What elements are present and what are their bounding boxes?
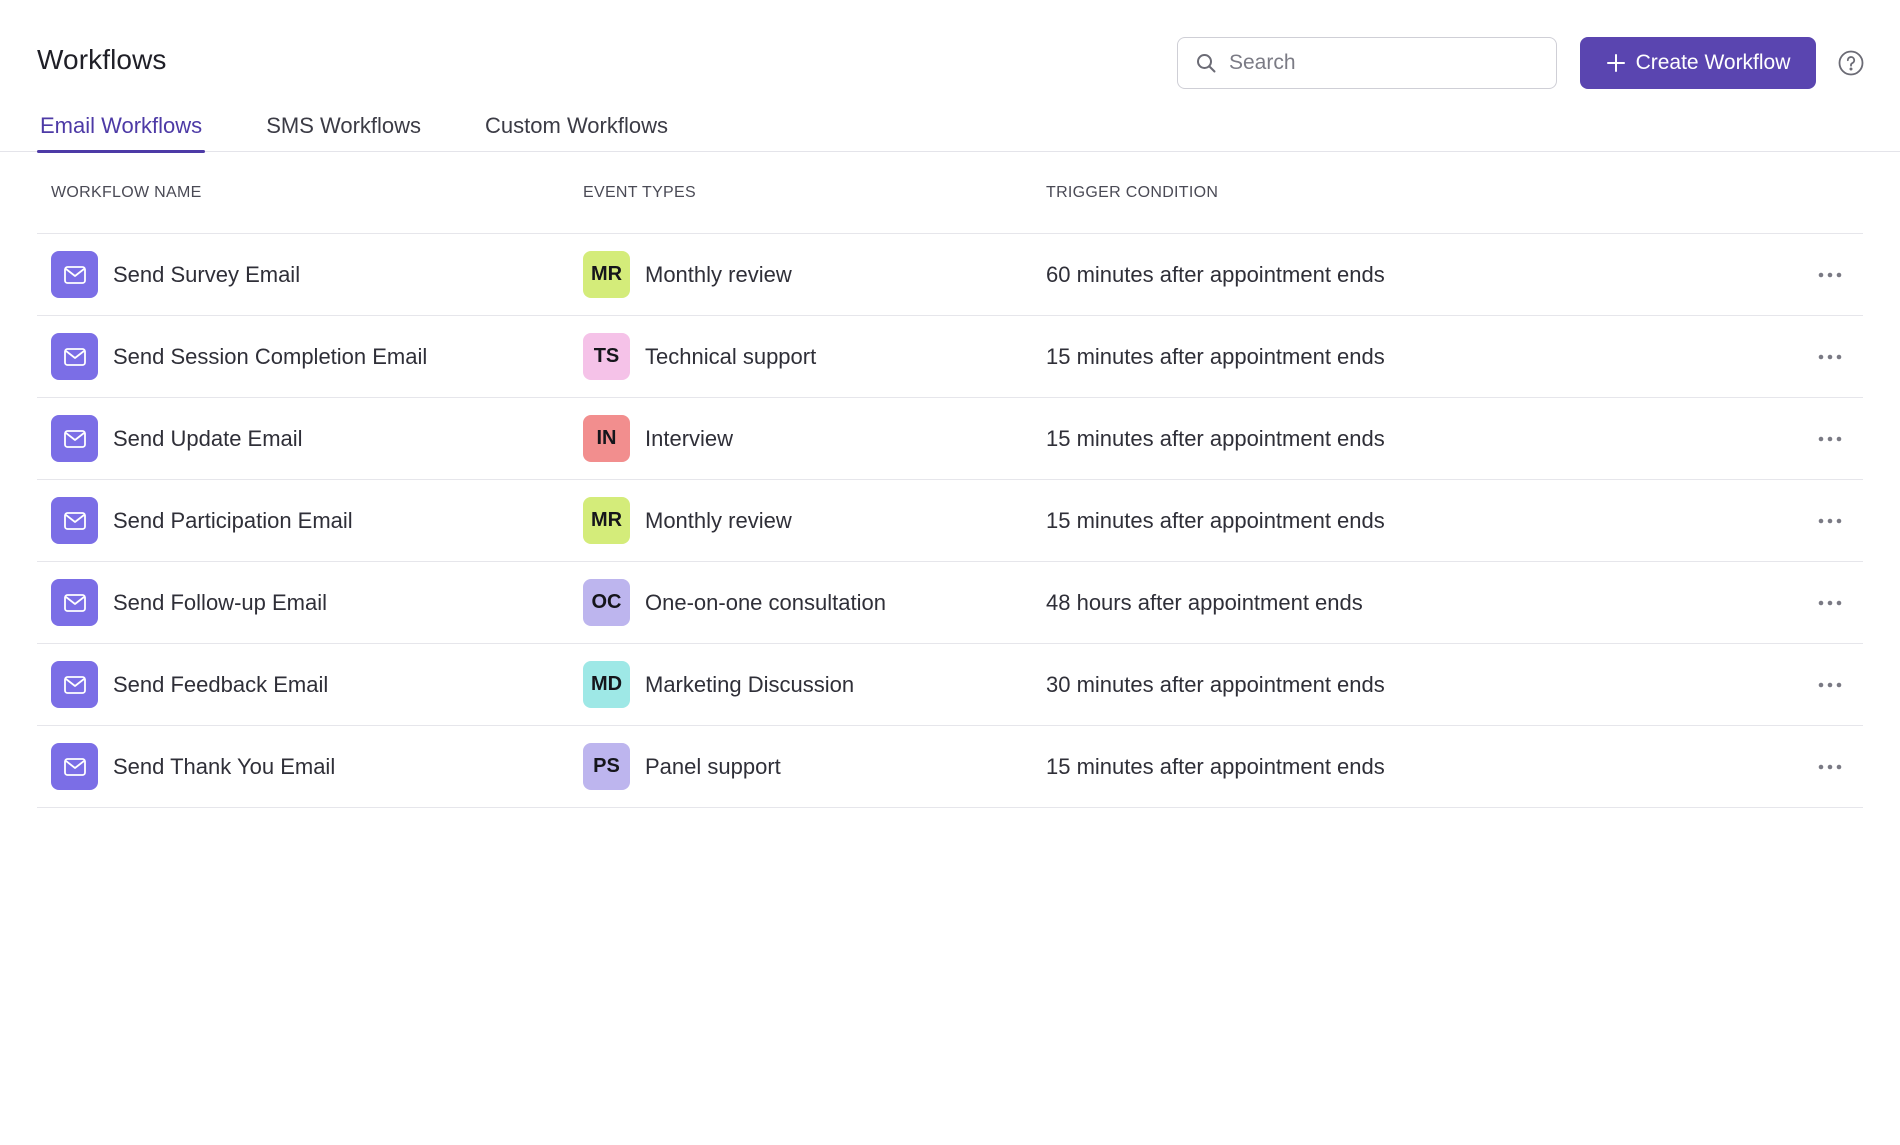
event-type-name: Monthly review xyxy=(645,507,792,533)
trigger-condition: 15 minutes after appointment ends xyxy=(1046,343,1385,369)
create-workflow-label: Create Workflow xyxy=(1635,51,1791,74)
event-type-cell: TS Technical support xyxy=(583,333,1046,380)
mail-icon xyxy=(51,251,98,298)
table-row[interactable]: Send Survey Email MR Monthly review 60 m… xyxy=(37,234,1863,316)
mail-icon xyxy=(51,661,98,708)
table-row[interactable]: Send Feedback Email MD Marketing Discuss… xyxy=(37,644,1863,726)
workflow-name-cell: Send Thank You Email xyxy=(37,743,583,790)
event-type-name: Marketing Discussion xyxy=(645,671,855,697)
table-row[interactable]: Send Session Completion Email TS Technic… xyxy=(37,316,1863,398)
workflow-name-cell: Send Session Completion Email xyxy=(37,333,583,380)
trigger-condition-cell: 60 minutes after appointment ends xyxy=(1046,262,1797,288)
trigger-condition-cell: 15 minutes after appointment ends xyxy=(1046,508,1797,534)
plus-icon xyxy=(1606,53,1626,73)
workflow-name-cell: Send Survey Email xyxy=(37,251,583,298)
search-icon xyxy=(1195,52,1217,74)
mail-icon xyxy=(51,579,98,626)
mail-icon xyxy=(51,743,98,790)
trigger-condition: 60 minutes after appointment ends xyxy=(1046,261,1385,287)
trigger-condition: 15 minutes after appointment ends xyxy=(1046,425,1385,451)
page-title: Workflows xyxy=(37,44,167,75)
event-type-cell: IN Interview xyxy=(583,415,1046,462)
table-row[interactable]: Send Update Email IN Interview 15 minute… xyxy=(37,398,1863,480)
more-horizontal-icon[interactable] xyxy=(1810,501,1850,541)
workflow-name-cell: Send Follow-up Email xyxy=(37,579,583,626)
column-header-workflow-name: WORKFLOW NAME xyxy=(51,183,202,201)
event-type-badge: OC xyxy=(583,579,630,626)
workflow-tabs: Email Workflows SMS Workflows Custom Wor… xyxy=(37,108,729,153)
more-horizontal-icon[interactable] xyxy=(1810,583,1850,623)
table-body: Send Survey Email MR Monthly review 60 m… xyxy=(37,234,1863,808)
page-header: Workflows Create Workflow xyxy=(0,0,1900,153)
workflow-name: Send Session Completion Email xyxy=(113,343,428,369)
workflows-table: WORKFLOW NAME EVENT TYPES TRIGGER CONDIT… xyxy=(37,152,1863,808)
trigger-condition: 15 minutes after appointment ends xyxy=(1046,507,1385,533)
workflow-name: Send Thank You Email xyxy=(113,753,336,779)
event-type-cell: MR Monthly review xyxy=(583,251,1046,298)
table-row[interactable]: Send Participation Email MR Monthly revi… xyxy=(37,480,1863,562)
more-horizontal-icon[interactable] xyxy=(1810,255,1850,295)
mail-icon xyxy=(51,333,98,380)
event-type-cell: PS Panel support xyxy=(583,743,1046,790)
trigger-condition: 30 minutes after appointment ends xyxy=(1046,671,1385,697)
event-type-badge: MR xyxy=(583,251,630,298)
tab-sms-workflows[interactable]: SMS Workflows xyxy=(263,108,424,152)
workflow-name-cell: Send Participation Email xyxy=(37,497,583,544)
trigger-condition: 15 minutes after appointment ends xyxy=(1046,753,1385,779)
workflow-name: Send Follow-up Email xyxy=(113,589,327,615)
workflows-page: Workflows Create Workflow xyxy=(0,0,1900,1145)
more-horizontal-icon[interactable] xyxy=(1810,419,1850,459)
trigger-condition-cell: 30 minutes after appointment ends xyxy=(1046,672,1797,698)
event-type-name: Interview xyxy=(645,425,734,451)
event-type-badge: MR xyxy=(583,497,630,544)
workflow-name: Send Participation Email xyxy=(113,507,353,533)
tab-email-workflows[interactable]: Email Workflows xyxy=(37,108,206,153)
event-type-badge: TS xyxy=(583,333,630,380)
workflow-name: Send Update Email xyxy=(113,425,303,451)
event-type-cell: MR Monthly review xyxy=(583,497,1046,544)
create-workflow-button[interactable]: Create Workflow xyxy=(1580,37,1816,89)
event-type-name: Panel support xyxy=(645,753,781,779)
mail-icon xyxy=(51,497,98,544)
search-box[interactable] xyxy=(1177,37,1557,89)
more-horizontal-icon[interactable] xyxy=(1810,747,1850,787)
trigger-condition-cell: 48 hours after appointment ends xyxy=(1046,590,1797,616)
trigger-condition-cell: 15 minutes after appointment ends xyxy=(1046,426,1797,452)
more-horizontal-icon[interactable] xyxy=(1810,665,1850,705)
event-type-badge: PS xyxy=(583,743,630,790)
trigger-condition-cell: 15 minutes after appointment ends xyxy=(1046,754,1797,780)
event-type-name: Monthly review xyxy=(645,261,792,287)
table-row[interactable]: Send Follow-up Email OC One-on-one consu… xyxy=(37,562,1863,644)
column-header-event-types: EVENT TYPES xyxy=(583,183,696,201)
search-input[interactable] xyxy=(1229,51,1549,75)
workflow-name-cell: Send Update Email xyxy=(37,415,583,462)
mail-icon xyxy=(51,415,98,462)
trigger-condition: 48 hours after appointment ends xyxy=(1046,589,1363,615)
event-type-cell: MD Marketing Discussion xyxy=(583,661,1046,708)
event-type-name: Technical support xyxy=(645,343,817,369)
tab-custom-workflows[interactable]: Custom Workflows xyxy=(482,108,671,152)
event-type-badge: MD xyxy=(583,661,630,708)
event-type-cell: OC One-on-one consultation xyxy=(583,579,1046,626)
help-icon[interactable] xyxy=(1838,50,1864,76)
more-horizontal-icon[interactable] xyxy=(1810,337,1850,377)
event-type-badge: IN xyxy=(583,415,630,462)
table-header: WORKFLOW NAME EVENT TYPES TRIGGER CONDIT… xyxy=(37,152,1863,234)
workflow-name: Send Survey Email xyxy=(113,261,301,287)
workflow-name: Send Feedback Email xyxy=(113,671,329,697)
table-row[interactable]: Send Thank You Email PS Panel support 15… xyxy=(37,726,1863,808)
trigger-condition-cell: 15 minutes after appointment ends xyxy=(1046,344,1797,370)
column-header-trigger-condition: TRIGGER CONDITION xyxy=(1046,183,1219,201)
workflow-name-cell: Send Feedback Email xyxy=(37,661,583,708)
event-type-name: One-on-one consultation xyxy=(645,589,886,615)
